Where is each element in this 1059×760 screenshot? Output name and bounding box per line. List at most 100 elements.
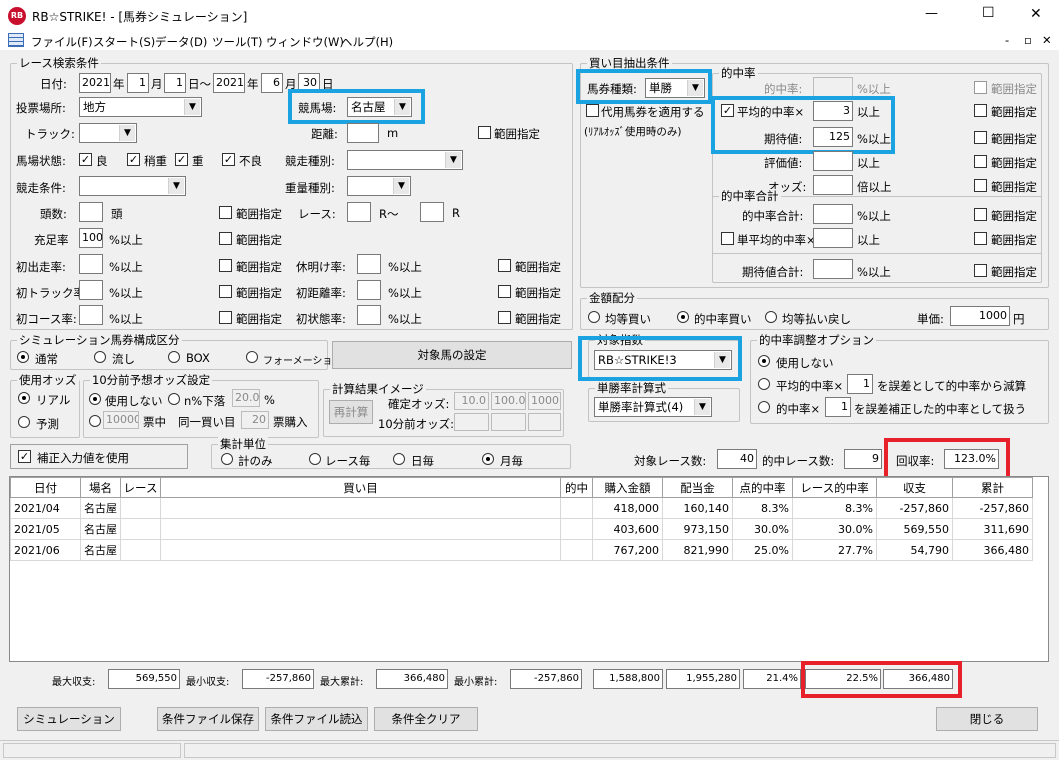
first-run-input[interactable]: [79, 254, 103, 274]
first-track-input[interactable]: [79, 280, 103, 300]
race-cond-select[interactable]: ▼: [79, 176, 186, 196]
odds-predict-radio[interactable]: [18, 416, 30, 428]
first-distance-range-checkbox[interactable]: [498, 285, 511, 298]
eval-input[interactable]: [813, 151, 853, 171]
track-type-select[interactable]: ▼: [79, 123, 137, 143]
col-venue[interactable]: 場名: [80, 477, 121, 498]
single-avg-range-checkbox[interactable]: [974, 232, 987, 245]
menu-help[interactable]: ヘルプ(H): [341, 34, 393, 50]
expect-sum-input[interactable]: [813, 259, 853, 279]
unit-price-input[interactable]: 1000: [950, 306, 1010, 326]
sim-normal-radio[interactable]: [17, 351, 29, 363]
odds-cond-input[interactable]: [813, 175, 853, 195]
close-window-button[interactable]: 閉じる: [936, 707, 1038, 731]
weight-type-select[interactable]: ▼: [347, 176, 411, 196]
cond-heavy-checkbox[interactable]: ✓: [175, 153, 188, 166]
pre-vote-input[interactable]: 10000: [103, 411, 139, 429]
money-equal-radio[interactable]: [588, 311, 600, 323]
simulation-button[interactable]: シミュレーション: [17, 707, 121, 731]
menu-file[interactable]: ファイル(F): [31, 34, 93, 50]
table-row[interactable]: 2021/06 名古屋 767,200 821,990 25.0% 27.7% 54,79…: [10, 539, 1033, 561]
odds-range-checkbox[interactable]: [974, 179, 987, 192]
adj-subtract-input[interactable]: 1: [847, 374, 873, 394]
race-type-select[interactable]: ▼: [347, 150, 463, 170]
single-avg-checkbox[interactable]: [721, 232, 734, 245]
target-horse-button[interactable]: 対象馬の設定: [332, 341, 572, 369]
maximize-button[interactable]: ☐: [982, 5, 995, 21]
proxy-checkbox[interactable]: [586, 104, 599, 117]
col-buy[interactable]: 買い目: [160, 477, 561, 498]
pre-drop-input[interactable]: 20.0: [232, 389, 260, 407]
first-state-input[interactable]: [357, 305, 381, 325]
col-hit[interactable]: 的中: [560, 477, 593, 498]
fill-range-checkbox[interactable]: [219, 232, 232, 245]
race-from-input[interactable]: [347, 202, 371, 222]
adj-correct-input[interactable]: 1: [825, 397, 851, 417]
fill-rate-input[interactable]: 100: [79, 228, 103, 248]
pre-none-radio[interactable]: [89, 393, 101, 405]
col-balance[interactable]: 収支: [876, 477, 953, 498]
eval-range-checkbox[interactable]: [974, 155, 987, 168]
load-conditions-button[interactable]: 条件ファイル読込: [265, 707, 368, 731]
adj-none-radio[interactable]: [758, 355, 770, 367]
save-conditions-button[interactable]: 条件ファイル保存: [157, 707, 259, 731]
menu-window[interactable]: ウィンドウ(W): [266, 34, 344, 50]
hit-rate-range-checkbox[interactable]: [974, 81, 987, 94]
col-race-hit[interactable]: レース的中率: [792, 477, 877, 498]
month-from-input[interactable]: 1: [127, 73, 149, 93]
col-purchase[interactable]: 購入金額: [592, 477, 663, 498]
sim-box-radio[interactable]: [168, 351, 180, 363]
agg-total-radio[interactable]: [221, 453, 233, 465]
agg-day-radio[interactable]: [393, 453, 405, 465]
close-button[interactable]: ✕: [1030, 6, 1042, 22]
day-from-input[interactable]: 1: [164, 73, 186, 93]
race-to-input[interactable]: [420, 202, 444, 222]
menu-tool[interactable]: ツール(T): [212, 34, 263, 50]
cond-good-checkbox[interactable]: ✓: [79, 153, 92, 166]
col-payout[interactable]: 配当金: [662, 477, 733, 498]
layoff-range-checkbox[interactable]: [498, 259, 511, 272]
agg-month-radio[interactable]: [482, 453, 494, 465]
correction-checkbox[interactable]: ✓: [18, 450, 31, 463]
mdi-restore-button[interactable]: ▫: [1024, 33, 1032, 47]
col-date[interactable]: 日付: [10, 477, 81, 498]
recalc-button[interactable]: 再計算: [329, 400, 373, 424]
venue-select[interactable]: 地方 ▼: [79, 97, 202, 117]
first-run-range-checkbox[interactable]: [219, 259, 232, 272]
sim-formation-radio[interactable]: [246, 351, 258, 363]
col-point-hit[interactable]: 点的中率: [732, 477, 793, 498]
year-to-input[interactable]: 2021: [213, 73, 245, 93]
heads-input[interactable]: [79, 202, 103, 222]
cond-bad-checkbox[interactable]: ✓: [222, 153, 235, 166]
first-course-range-checkbox[interactable]: [219, 311, 232, 324]
minimize-button[interactable]: —: [925, 6, 938, 21]
sim-flow-radio[interactable]: [94, 351, 106, 363]
distance-input[interactable]: [347, 123, 379, 143]
adj-correct-radio[interactable]: [758, 401, 770, 413]
first-track-range-checkbox[interactable]: [219, 285, 232, 298]
cond-slight-checkbox[interactable]: ✓: [127, 153, 140, 166]
menu-data[interactable]: データ(D): [155, 34, 207, 50]
first-distance-input[interactable]: [357, 280, 381, 300]
money-payout-radio[interactable]: [765, 311, 777, 323]
formula-select[interactable]: 単勝率計算式(4) ▼: [594, 397, 712, 417]
single-avg-input[interactable]: [813, 228, 853, 248]
mdi-close-button[interactable]: ✕: [1042, 33, 1052, 47]
clear-conditions-button[interactable]: 条件全クリア: [374, 707, 478, 731]
year-from-input[interactable]: 2021: [79, 73, 111, 93]
col-race[interactable]: レース: [120, 477, 161, 498]
pre-vote-radio[interactable]: [89, 415, 101, 427]
col-cumulative[interactable]: 累計: [952, 477, 1033, 498]
grid-menu-icon[interactable]: [8, 33, 24, 47]
first-state-range-checkbox[interactable]: [498, 311, 511, 324]
expect-range-checkbox[interactable]: [974, 131, 987, 144]
distance-range-checkbox[interactable]: [478, 126, 491, 139]
pre-drop-radio[interactable]: [168, 393, 180, 405]
avg-hit-range-checkbox[interactable]: [974, 104, 987, 117]
hit-rate-input[interactable]: [813, 77, 853, 97]
table-row[interactable]: 2021/04 名古屋 418,000 160,140 8.3% 8.3% -257,86…: [10, 497, 1033, 519]
hit-sum-input[interactable]: [813, 204, 853, 224]
pre-vote-count-input[interactable]: 20: [241, 411, 269, 429]
hit-sum-range-checkbox[interactable]: [974, 208, 987, 221]
menu-start[interactable]: スタート(S): [93, 34, 155, 50]
